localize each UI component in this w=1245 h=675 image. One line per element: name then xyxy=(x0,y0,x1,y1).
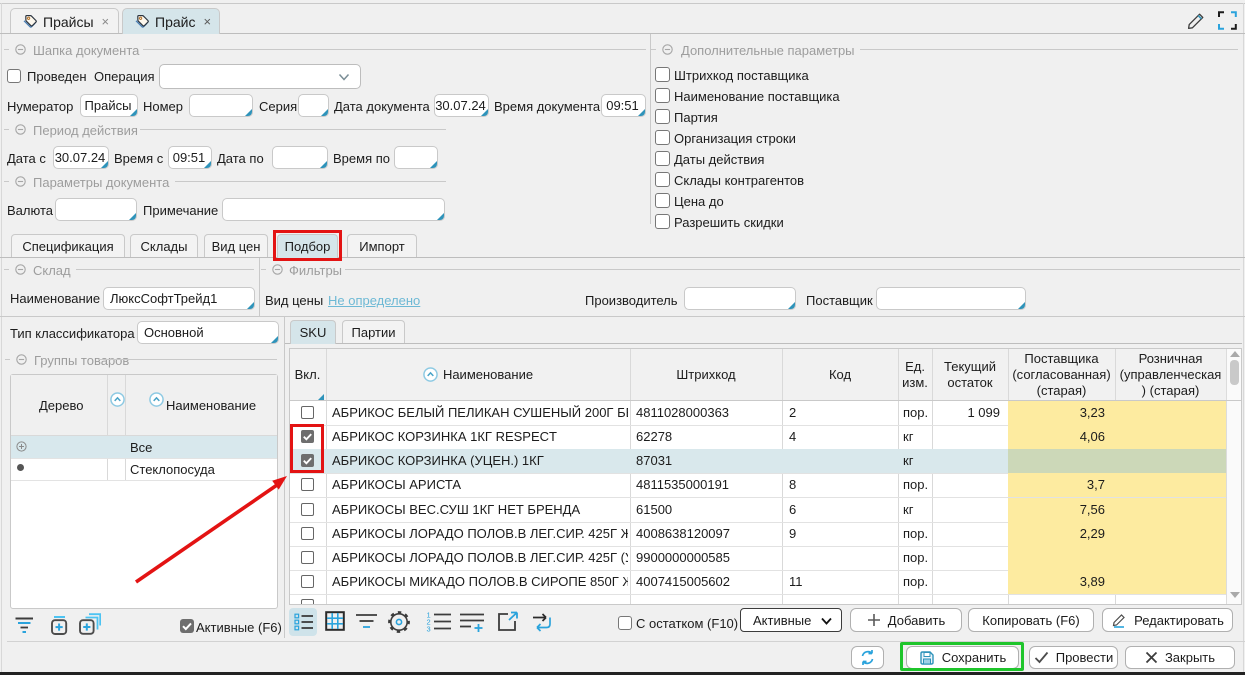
svg-text:3: 3 xyxy=(427,625,431,633)
